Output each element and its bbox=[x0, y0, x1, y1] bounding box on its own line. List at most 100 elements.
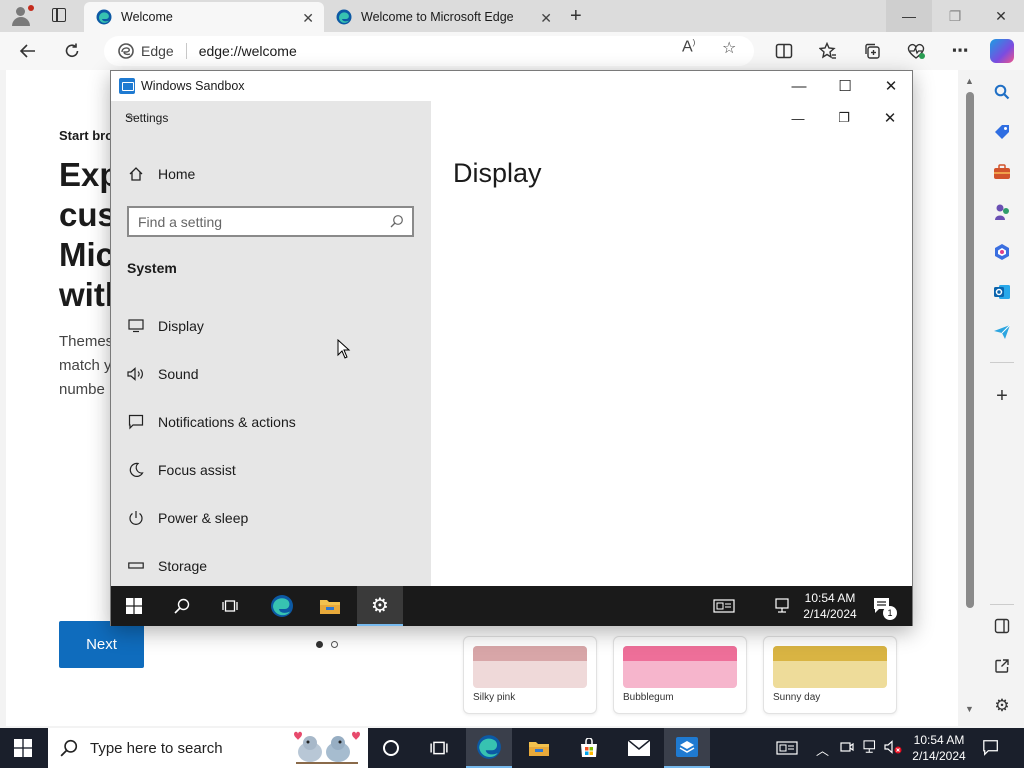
search-icon[interactable] bbox=[159, 586, 205, 626]
restore-icon[interactable]: ❐ bbox=[932, 0, 978, 32]
settings-close-icon[interactable]: ✕ bbox=[867, 104, 913, 132]
nav-item-display[interactable]: Display bbox=[111, 306, 431, 346]
sandbox-minimize-icon[interactable]: — bbox=[776, 71, 822, 101]
carousel-dots bbox=[316, 641, 338, 648]
nav-item-storage[interactable]: Storage bbox=[111, 546, 431, 586]
copilot-icon[interactable] bbox=[990, 39, 1014, 63]
settings-search-box[interactable] bbox=[127, 206, 414, 237]
action-center-icon[interactable]: 1 bbox=[859, 586, 905, 626]
news-widget-icon[interactable] bbox=[701, 586, 747, 626]
hide-sidebar-icon[interactable] bbox=[992, 616, 1012, 636]
action-center-icon[interactable] bbox=[968, 728, 1014, 768]
more-options-icon[interactable]: ⋯ bbox=[949, 41, 971, 61]
shopping-tag-icon[interactable] bbox=[992, 122, 1012, 142]
favorite-star-icon[interactable]: ☆ bbox=[722, 38, 736, 58]
new-tab-icon[interactable]: + bbox=[570, 5, 582, 28]
games-icon[interactable] bbox=[992, 202, 1012, 222]
microsoft-365-icon[interactable] bbox=[992, 242, 1012, 262]
settings-nav-pane: ← Settings Home System Display bbox=[111, 101, 431, 586]
news-widget-icon[interactable] bbox=[764, 728, 810, 768]
nav-item-power-sleep[interactable]: Power & sleep bbox=[111, 498, 431, 538]
read-aloud-icon[interactable]: A) bbox=[682, 38, 695, 56]
nav-group-system: System bbox=[127, 260, 177, 276]
theme-card-silky-pink[interactable]: Silky pink bbox=[463, 636, 597, 714]
settings-gear-icon[interactable]: ⚙ bbox=[992, 696, 1012, 716]
site-identity[interactable]: Edge bbox=[118, 43, 174, 59]
host-clock[interactable]: 10:54 AM 2/14/2024 bbox=[904, 732, 974, 764]
favorites-icon[interactable] bbox=[817, 41, 839, 61]
refresh-icon[interactable] bbox=[61, 41, 83, 61]
close-tab-icon[interactable]: ✕ bbox=[302, 10, 314, 27]
nav-item-label: Storage bbox=[158, 558, 208, 574]
edge-taskbar-icon[interactable] bbox=[466, 728, 512, 768]
sandbox-title: Windows Sandbox bbox=[141, 79, 245, 93]
mail-icon[interactable] bbox=[616, 728, 662, 768]
close-icon[interactable]: ✕ bbox=[978, 0, 1024, 32]
close-tab-icon[interactable]: ✕ bbox=[540, 10, 552, 27]
show-hidden-icons-icon[interactable]: ︿ bbox=[816, 740, 829, 759]
add-sidebar-app-icon[interactable]: + bbox=[992, 385, 1012, 407]
edge-taskbar-icon[interactable] bbox=[259, 586, 305, 626]
settings-minimize-icon[interactable]: — bbox=[775, 104, 821, 132]
clock-date: 2/14/2024 bbox=[803, 607, 857, 621]
tools-icon[interactable] bbox=[992, 162, 1012, 182]
volume-muted-icon[interactable] bbox=[884, 740, 902, 757]
meet-now-icon[interactable] bbox=[840, 740, 854, 757]
url-text[interactable]: edge://welcome bbox=[199, 43, 297, 59]
carousel-dot-active[interactable] bbox=[316, 641, 323, 648]
search-icon[interactable] bbox=[390, 214, 404, 231]
nav-item-focus-assist[interactable]: Focus assist bbox=[111, 450, 431, 490]
search-icon[interactable] bbox=[992, 82, 1012, 102]
cortana-icon[interactable] bbox=[368, 728, 414, 768]
store-icon[interactable] bbox=[566, 728, 612, 768]
tab-actions-icon[interactable] bbox=[52, 8, 66, 22]
task-view-icon[interactable] bbox=[207, 586, 253, 626]
settings-taskbar-icon[interactable]: ⚙ bbox=[357, 586, 403, 626]
network-icon[interactable] bbox=[863, 740, 879, 757]
theme-name: Sunny day bbox=[773, 692, 821, 703]
windows-start-icon[interactable] bbox=[0, 728, 46, 768]
next-button[interactable]: Next bbox=[59, 621, 144, 668]
nav-item-label: Home bbox=[158, 166, 196, 182]
nav-item-sound[interactable]: Sound bbox=[111, 354, 431, 394]
taskbar-search-box[interactable] bbox=[48, 728, 368, 768]
address-bar[interactable]: Edge edge://welcome bbox=[104, 36, 754, 66]
task-view-icon[interactable] bbox=[416, 728, 462, 768]
nav-item-notifications[interactable]: Notifications & actions bbox=[111, 402, 431, 442]
scroll-up-icon[interactable]: ▲ bbox=[965, 76, 974, 86]
split-screen-icon[interactable] bbox=[773, 41, 795, 61]
file-explorer-icon[interactable] bbox=[516, 728, 562, 768]
taskbar-search-input[interactable] bbox=[90, 739, 290, 757]
page-scrollbar[interactable]: ▲ ▼ bbox=[962, 72, 978, 722]
clock-time: 10:54 AM bbox=[804, 591, 856, 605]
back-arrow-icon[interactable] bbox=[17, 41, 39, 61]
tab-welcome[interactable]: Welcome ✕ bbox=[84, 2, 324, 32]
home-icon bbox=[127, 165, 145, 183]
sandbox-clock[interactable]: 10:54 AM 2/14/2024 bbox=[795, 590, 865, 622]
sandbox-close-icon[interactable]: ✕ bbox=[868, 71, 914, 101]
tab-welcome-to-edge[interactable]: Welcome to Microsoft Edge ✕ bbox=[324, 2, 562, 32]
notification-badge: 1 bbox=[883, 606, 897, 620]
windows-start-icon[interactable] bbox=[111, 586, 157, 626]
settings-restore-icon[interactable]: ❐ bbox=[821, 104, 867, 132]
outlook-icon[interactable] bbox=[992, 282, 1012, 302]
theme-card-sunny-day[interactable]: Sunny day bbox=[763, 636, 897, 714]
profile-avatar-icon[interactable] bbox=[8, 4, 34, 28]
settings-search-input[interactable] bbox=[138, 213, 378, 230]
nav-item-home[interactable]: Home bbox=[111, 154, 431, 194]
windows-sandbox-taskbar-icon[interactable] bbox=[664, 728, 710, 768]
scroll-down-icon[interactable]: ▼ bbox=[965, 704, 974, 714]
file-explorer-icon[interactable] bbox=[307, 586, 353, 626]
scroll-thumb[interactable] bbox=[966, 92, 974, 608]
browser-essentials-icon[interactable] bbox=[905, 41, 927, 61]
collections-icon[interactable] bbox=[861, 41, 883, 61]
theme-preview bbox=[773, 646, 887, 688]
theme-card-bubblegum[interactable]: Bubblegum bbox=[613, 636, 747, 714]
open-external-icon[interactable] bbox=[992, 656, 1012, 676]
monitor-icon bbox=[127, 317, 145, 335]
minimize-icon[interactable]: — bbox=[886, 0, 932, 32]
carousel-dot[interactable] bbox=[331, 641, 338, 648]
sandbox-title-bar[interactable]: Windows Sandbox — ☐ ✕ bbox=[111, 71, 912, 101]
sandbox-maximize-icon[interactable]: ☐ bbox=[822, 71, 868, 101]
drop-icon[interactable] bbox=[992, 322, 1012, 342]
